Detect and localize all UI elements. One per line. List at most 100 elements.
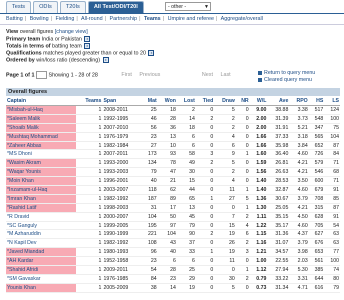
- captain-link[interactable]: *Javed Miandad: [6, 247, 76, 258]
- captain-link[interactable]: *Rashid Latif: [6, 203, 76, 213]
- cell-mat: 54: [141, 265, 158, 275]
- cell-draw: 30: [214, 274, 236, 284]
- col-captain[interactable]: Captain: [6, 97, 76, 106]
- captain-link[interactable]: Younis Khan: [6, 283, 76, 293]
- cell-nr: 2: [235, 238, 250, 249]
- subnav-bowling[interactable]: Bowling: [30, 16, 49, 22]
- cell-rpo: 4.60: [289, 149, 309, 160]
- other-select[interactable]: - other - ▼: [165, 2, 211, 11]
- cell-tied: 0: [195, 105, 215, 115]
- col-draw[interactable]: Draw: [214, 97, 236, 106]
- col-mat[interactable]: Mat: [141, 97, 158, 106]
- col-span[interactable]: Span: [102, 97, 142, 106]
- table-row: *Misbah-ul-Haq 1 2008-2011 25 18 2 0 5 0 9.00 38.8…: [6, 105, 340, 115]
- cell-ave: 34.57: [267, 247, 290, 258]
- cell-tied: 0: [195, 132, 215, 142]
- cell-hs: 517: [308, 105, 325, 115]
- captain-link[interactable]: *M Azharuddin: [6, 229, 76, 240]
- cell-won: 21: [157, 176, 177, 187]
- col-lost[interactable]: Lost: [176, 97, 196, 106]
- cell-teams: 1: [76, 176, 103, 187]
- col-ls[interactable]: LS: [324, 97, 340, 106]
- cell-rpo: 3.79: [289, 194, 309, 204]
- cell-ls: 87: [324, 141, 340, 151]
- remove-filter-icon[interactable]: x: [148, 50, 155, 56]
- tab-tests[interactable]: Tests: [6, 1, 32, 13]
- col-ave[interactable]: Ave: [267, 97, 290, 106]
- subnav-partnership[interactable]: Partnership: [109, 16, 137, 22]
- tab-t20is[interactable]: T20Is: [59, 1, 86, 13]
- col-nr[interactable]: NR: [235, 97, 250, 106]
- cell-span: 1976-1985: [102, 274, 142, 284]
- captain-link[interactable]: *Imran Khan: [6, 194, 76, 204]
- col-won[interactable]: Won: [157, 97, 177, 106]
- subnav-aggregate[interactable]: Aggregate/overall: [221, 16, 263, 22]
- captain-link[interactable]: *R Dravid: [6, 212, 76, 222]
- captain-link[interactable]: *Shoaib Malik: [6, 123, 76, 133]
- subnav-teams[interactable]: Teams: [144, 16, 161, 22]
- cell-hs: 315: [308, 203, 325, 213]
- captain-link[interactable]: *AH Kardar: [6, 256, 76, 267]
- tab-all[interactable]: All Test/ODI/T20I: [87, 1, 144, 13]
- col-rpo[interactable]: RPO: [289, 97, 309, 106]
- captain-link[interactable]: *SM Gavaskar: [6, 274, 76, 284]
- captain-link[interactable]: *Inzamam-ul-Haq: [6, 185, 76, 195]
- captain-link[interactable]: *MS Dhoni: [6, 149, 76, 160]
- remove-filter-icon[interactable]: x: [84, 43, 91, 49]
- captain-link[interactable]: *SC Ganguly: [6, 221, 76, 231]
- cell-lost: 6: [176, 256, 196, 267]
- tab-odis[interactable]: ODIs: [33, 1, 58, 13]
- cell-hs: 546: [308, 167, 325, 178]
- page-input[interactable]: [35, 71, 47, 79]
- next-link[interactable]: Next: [202, 72, 213, 78]
- cell-tied: 0: [195, 141, 215, 151]
- primary-team-label: Primary team: [6, 36, 41, 43]
- change-view-link[interactable]: [change view]: [55, 29, 88, 35]
- first-link[interactable]: First: [121, 72, 131, 78]
- captain-link[interactable]: *Wasim Akram: [6, 158, 76, 169]
- cleared-query-link[interactable]: Cleared query menu: [258, 77, 340, 84]
- captain-link[interactable]: *Saleem Malik: [6, 114, 76, 124]
- col-tied[interactable]: Tied: [195, 97, 215, 106]
- cell-wl: 9.00: [249, 105, 268, 115]
- cell-ave: 27.94: [267, 265, 290, 275]
- captain-link[interactable]: *Misbah-ul-Haq: [6, 105, 76, 115]
- subnav-umpire[interactable]: Umpire and referee: [168, 16, 214, 22]
- previous-link[interactable]: Previous: [139, 72, 160, 78]
- cell-teams: 1: [76, 114, 103, 124]
- last-link[interactable]: Last: [220, 72, 230, 78]
- cell-won: 23: [157, 274, 177, 284]
- cell-won: 28: [157, 114, 177, 124]
- col-teams[interactable]: Teams: [76, 97, 103, 106]
- captain-link[interactable]: *Moin Khan: [6, 176, 76, 187]
- col-wl[interactable]: W/L: [249, 97, 268, 106]
- cell-won: 62: [157, 185, 177, 195]
- return-query-link[interactable]: Return to query menu: [258, 70, 340, 77]
- col-hs[interactable]: HS: [308, 97, 325, 106]
- section-title: Overall figures: [6, 88, 340, 96]
- captain-link[interactable]: *Shahid Afridi: [6, 265, 76, 275]
- captain-link[interactable]: *Mushtaq Mohammad: [6, 132, 76, 142]
- cell-won: 17: [157, 203, 177, 213]
- cell-nr: 1: [235, 149, 250, 160]
- subnav-allround[interactable]: All-round: [81, 16, 103, 22]
- cell-rpo: 4.21: [289, 167, 309, 178]
- captain-link[interactable]: *Waqar Younis: [6, 167, 76, 178]
- cell-nr: 2: [235, 274, 250, 284]
- captain-link[interactable]: *N Kapil Dev: [6, 238, 76, 249]
- cell-mat: 84: [141, 274, 158, 284]
- primary-team-value: India or Pakistan: [41, 36, 82, 43]
- cell-span: 2007-2011: [102, 149, 142, 160]
- cell-draw: 4: [214, 132, 236, 142]
- cell-tied: 0: [195, 283, 215, 293]
- cell-rpo: 3.31: [289, 274, 309, 284]
- remove-filter-icon[interactable]: x: [102, 57, 109, 63]
- cell-wl: 1.21: [249, 247, 268, 258]
- cell-hs: 385: [308, 265, 325, 275]
- remove-filter-icon[interactable]: x: [84, 36, 91, 42]
- cell-ave: 37.33: [267, 132, 290, 142]
- cell-lost: 79: [176, 221, 196, 231]
- captain-link[interactable]: *Zaheer Abbas: [6, 141, 76, 151]
- subnav-batting[interactable]: Batting: [6, 16, 23, 22]
- subnav-fielding[interactable]: Fielding: [56, 16, 75, 22]
